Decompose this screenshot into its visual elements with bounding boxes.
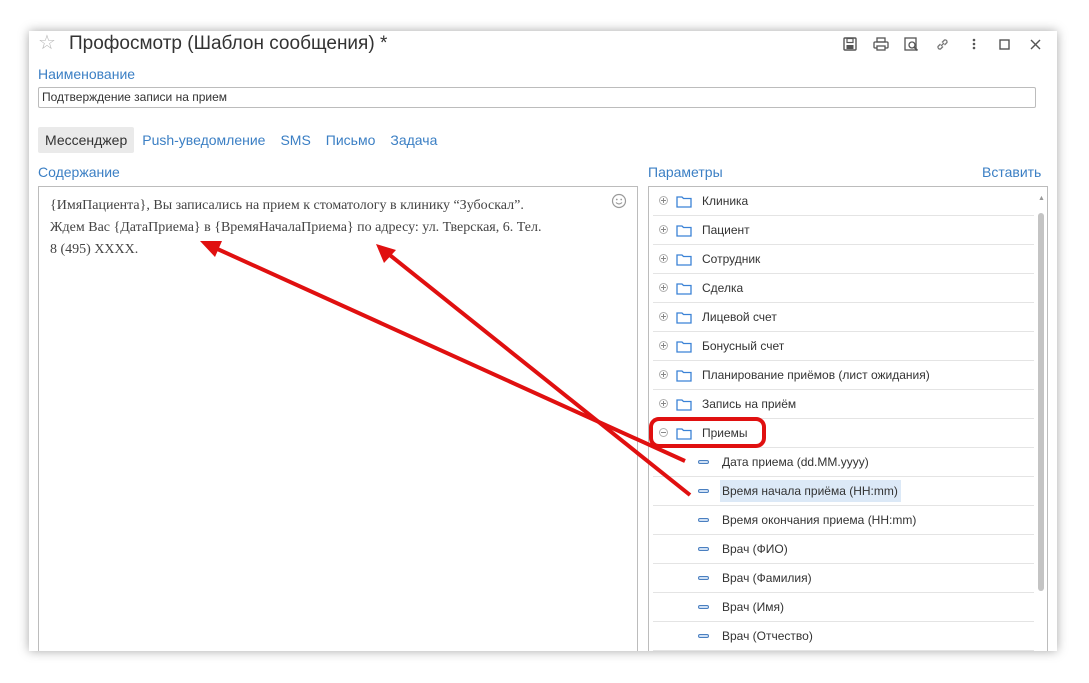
tree-group-appointments[interactable]: Приемы bbox=[653, 419, 1034, 448]
name-input[interactable]: Подтверждение записи на прием bbox=[38, 87, 1036, 108]
folder-icon bbox=[676, 283, 692, 295]
insert-button[interactable]: Вставить bbox=[982, 164, 1041, 180]
tree-group-personal-account[interactable]: Лицевой счет bbox=[653, 303, 1034, 332]
emoji-icon[interactable] bbox=[611, 193, 627, 214]
tree-item-label: Дата приема (dd.MM.yyyy) bbox=[722, 455, 869, 469]
tree-group-label: Приемы bbox=[702, 426, 748, 440]
collapse-icon[interactable] bbox=[659, 428, 668, 437]
tree-group-label: Лицевой счет bbox=[702, 310, 777, 324]
tree-item-start-time[interactable]: Время начала приёма (HH:mm) bbox=[653, 477, 1034, 506]
tree-item-label: Время начала приёма (HH:mm) bbox=[720, 480, 901, 502]
expand-icon[interactable] bbox=[659, 283, 668, 292]
content-editor[interactable]: {ИмяПациента}, Вы записались на прием к … bbox=[38, 186, 638, 651]
expand-icon[interactable] bbox=[659, 254, 668, 263]
message-line: 8 (495) XXXX. bbox=[50, 242, 139, 257]
expand-icon[interactable] bbox=[659, 196, 668, 205]
tab-task[interactable]: Задача bbox=[383, 127, 444, 153]
field-icon bbox=[698, 460, 709, 464]
scroll-thumb[interactable] bbox=[1038, 213, 1044, 591]
tree-group-clinic[interactable]: Клиника bbox=[653, 187, 1034, 216]
save-icon[interactable] bbox=[834, 33, 865, 55]
link-icon[interactable] bbox=[927, 33, 958, 55]
message-line: {ИмяПациента}, Вы записались на прием к … bbox=[50, 198, 524, 213]
tree-item-label: Врач (Имя) bbox=[722, 600, 785, 614]
field-icon bbox=[698, 576, 709, 580]
folder-icon bbox=[676, 428, 692, 440]
folder-icon bbox=[676, 370, 692, 382]
title-bar: ☆ Профосмотр (Шаблон сообщения) * bbox=[29, 31, 1057, 57]
tree-item-appointment-date[interactable]: Дата приема (dd.MM.yyyy) bbox=[653, 448, 1034, 477]
folder-icon bbox=[676, 254, 692, 266]
window-title: Профосмотр (Шаблон сообщения) * bbox=[69, 33, 388, 54]
field-icon bbox=[698, 547, 709, 551]
params-label: Параметры bbox=[648, 164, 723, 180]
tree-group-bonus-account[interactable]: Бонусный счет bbox=[653, 332, 1034, 361]
tree-item-label: Врач (Фамилия) bbox=[722, 571, 812, 585]
tree-group-planning[interactable]: Планирование приёмов (лист ожидания) bbox=[653, 361, 1034, 390]
message-template-window: ☆ Профосмотр (Шаблон сообщения) * Наимен… bbox=[29, 31, 1057, 651]
expand-icon[interactable] bbox=[659, 399, 668, 408]
tree-group-label: Планирование приёмов (лист ожидания) bbox=[702, 368, 930, 382]
folder-icon bbox=[676, 225, 692, 237]
folder-icon bbox=[676, 196, 692, 208]
tree-group-appointment-record[interactable]: Запись на приём bbox=[653, 390, 1034, 419]
field-icon bbox=[698, 634, 709, 638]
params-tree: Клиника Пациент Сотрудник Сделка Лицевой… bbox=[648, 186, 1048, 651]
tree-group-employee[interactable]: Сотрудник bbox=[653, 245, 1034, 274]
channel-tabs: Мессенджер Push-уведомление SMS Письмо З… bbox=[38, 127, 445, 153]
print-icon[interactable] bbox=[865, 33, 896, 55]
window-toolbar bbox=[834, 33, 1051, 55]
folder-icon bbox=[676, 312, 692, 324]
tree-group-deal[interactable]: Сделка bbox=[653, 274, 1034, 303]
expand-icon[interactable] bbox=[659, 341, 668, 350]
field-icon bbox=[698, 605, 709, 609]
tab-sms[interactable]: SMS bbox=[273, 127, 317, 153]
name-field-label: Наименование bbox=[38, 66, 136, 82]
tree-group-label: Сотрудник bbox=[702, 252, 761, 266]
expand-icon[interactable] bbox=[659, 312, 668, 321]
expand-icon[interactable] bbox=[659, 225, 668, 234]
maximize-icon[interactable] bbox=[989, 33, 1020, 55]
scroll-up-arrow-icon[interactable]: ▲ bbox=[1038, 195, 1045, 203]
tab-messenger[interactable]: Мессенджер bbox=[38, 127, 135, 153]
tab-push[interactable]: Push-уведомление bbox=[135, 127, 272, 153]
expand-icon[interactable] bbox=[659, 370, 668, 379]
tree-item-doctor-firstname[interactable]: Врач (Имя) bbox=[653, 593, 1034, 622]
favorite-star-icon[interactable]: ☆ bbox=[38, 31, 56, 55]
tree-group-label: Запись на приём bbox=[702, 397, 797, 411]
tree-item-doctor-fullname[interactable]: Врач (ФИО) bbox=[653, 535, 1034, 564]
tree-item-doctor-lastname[interactable]: Врач (Фамилия) bbox=[653, 564, 1034, 593]
tree-group-label: Клиника bbox=[702, 194, 749, 208]
field-icon bbox=[698, 518, 709, 522]
tree-item-label: Врач (Отчество) bbox=[722, 629, 813, 643]
tree-group-patient[interactable]: Пациент bbox=[653, 216, 1034, 245]
tree-group-label: Пациент bbox=[702, 223, 750, 237]
folder-icon bbox=[676, 399, 692, 411]
tree-item-label: Время окончания приема (HH:mm) bbox=[722, 513, 917, 527]
close-icon[interactable] bbox=[1020, 33, 1051, 55]
tree-item-doctor-patronymic[interactable]: Врач (Отчество) bbox=[653, 622, 1034, 651]
message-line: Ждем Вас {ДатаПриема} в {ВремяНачалаПрие… bbox=[50, 220, 542, 235]
tree-group-label: Бонусный счет bbox=[702, 339, 785, 353]
content-label: Содержание bbox=[38, 164, 120, 180]
folder-icon bbox=[676, 341, 692, 353]
tree-item-label: Врач (ФИО) bbox=[722, 542, 788, 556]
message-text[interactable]: {ИмяПациента}, Вы записались на прием к … bbox=[50, 195, 610, 261]
preview-icon[interactable] bbox=[896, 33, 927, 55]
field-icon bbox=[698, 489, 709, 493]
tree-group-label: Сделка bbox=[702, 281, 744, 295]
params-scrollbar[interactable]: ▲ bbox=[1037, 195, 1045, 651]
tab-email[interactable]: Письмо bbox=[319, 127, 383, 153]
more-icon[interactable] bbox=[958, 33, 989, 55]
tree-item-end-time[interactable]: Время окончания приема (HH:mm) bbox=[653, 506, 1034, 535]
